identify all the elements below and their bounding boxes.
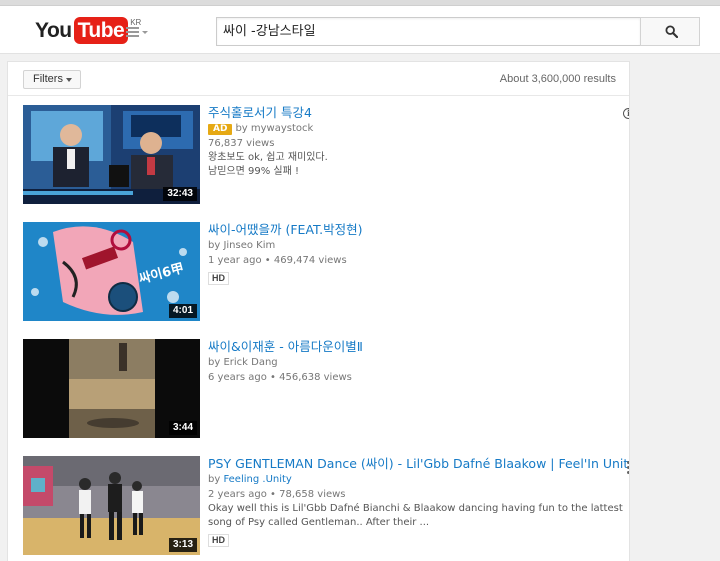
channel-link[interactable]: Jinseo Kim	[223, 240, 275, 251]
video-title[interactable]: 싸이&이재훈 - 아름다운이별Ⅱ	[208, 338, 608, 355]
hamburger-icon	[126, 27, 139, 37]
guide-menu-button[interactable]	[126, 25, 148, 39]
video-title[interactable]: 싸이-어땠을까 (FEAT.박정현)	[208, 221, 608, 238]
view-count: 456,638 views	[279, 372, 352, 383]
video-byline: by Erick Dang	[208, 355, 608, 370]
search-input[interactable]: 싸이 -강남스타일	[216, 17, 641, 46]
description-line: Okay well this is Lil'Gbb Dafné Bianchi …	[208, 503, 623, 514]
search-results-panel: Filters About 3,600,000 results 32:43 주식…	[7, 61, 630, 561]
view-count: 78,658 views	[279, 489, 346, 500]
result-info: 싸이&이재훈 - 아름다운이별Ⅱ by Erick Dang 6 years a…	[208, 338, 608, 385]
ad-info-icon[interactable]: i	[623, 108, 629, 119]
video-stats: 6 years ago • 456,638 views	[208, 372, 352, 383]
caret-down-icon	[66, 78, 72, 82]
upload-age: 6 years ago	[208, 372, 267, 383]
result-info: 싸이-어땠을까 (FEAT.박정현) by Jinseo Kim 1 year …	[208, 221, 608, 286]
video-duration: 32:43	[163, 187, 197, 201]
hd-badge: HD	[208, 272, 229, 285]
result-info: PSY GENTLEMAN Dance (싸이) - Lil'Gbb Dafné…	[208, 455, 629, 548]
video-duration: 3:13	[168, 538, 197, 552]
video-byline: AD by mywaystock	[208, 121, 608, 136]
video-duration: 3:44	[168, 421, 197, 435]
logo-tube-text: Tube	[73, 17, 129, 44]
result-item: 3:44 싸이&이재훈 - 아름다운이별Ⅱ by Erick Dang 6 ye…	[23, 339, 623, 439]
search-button[interactable]	[640, 17, 700, 46]
search-icon	[665, 25, 678, 38]
by-prefix: by	[208, 357, 224, 368]
channel-link[interactable]: mywaystock	[251, 123, 313, 134]
result-info: 주식홀로서기 특강4 AD by mywaystock 76,837 views …	[208, 104, 608, 179]
video-stats: 1 year ago • 469,474 views	[208, 255, 347, 266]
result-item: 32:43 주식홀로서기 특강4 AD by mywaystock 76,837 …	[23, 104, 629, 205]
upload-age: 1 year ago	[208, 255, 262, 266]
upload-age: 2 years ago	[208, 489, 267, 500]
page-gutter	[630, 61, 720, 561]
video-duration: 4:01	[168, 304, 197, 318]
by-prefix: by	[235, 123, 251, 134]
description-line: 왕초보도 ok, 쉽고 재미있다.	[208, 152, 328, 163]
ad-badge: AD	[208, 124, 233, 135]
video-thumbnail[interactable]: 3:13	[23, 456, 200, 555]
video-thumbnail[interactable]: 32:43	[23, 105, 200, 204]
channel-link[interactable]: Erick Dang	[223, 357, 277, 368]
results-count: About 3,600,000 results	[499, 73, 616, 85]
video-byline: by Jinseo Kim	[208, 238, 608, 253]
filters-label: Filters	[33, 73, 63, 85]
description-line: song of Psy called Gentleman.. After the…	[208, 517, 430, 528]
channel-link[interactable]: Feeling .Unity	[223, 474, 291, 485]
video-title[interactable]: PSY GENTLEMAN Dance (싸이) - Lil'Gbb Dafné…	[208, 455, 629, 472]
by-prefix: by	[208, 474, 224, 485]
video-stats: 2 years ago • 78,658 views	[208, 489, 346, 500]
hd-badge: HD	[208, 534, 229, 547]
by-prefix: by	[208, 240, 224, 251]
video-thumbnail[interactable]: 싸이6甲 4:01	[23, 222, 200, 321]
description-line: 남믿으면 99% 실패 !	[208, 166, 299, 177]
result-item: 3:13 PSY GENTLEMAN Dance (싸이) - Lil'Gbb …	[23, 455, 629, 556]
filters-button[interactable]: Filters	[23, 70, 81, 89]
video-description: 왕초보도 ok, 쉽고 재미있다. 남믿으면 99% 실패 !	[208, 151, 603, 179]
video-description: Okay well this is Lil'Gbb Dafné Bianchi …	[208, 502, 623, 530]
video-byline: by Feeling .Unity	[208, 472, 608, 487]
masthead: You Tube KR 싸이 -강남스타일	[0, 6, 720, 54]
result-item: 싸이6甲 4:01 싸이-어땠을까 (FEAT.박정현) by Jinseo K…	[23, 222, 623, 322]
caret-down-icon	[142, 31, 148, 34]
video-title[interactable]: 주식홀로서기 특강4	[208, 104, 608, 121]
divider	[8, 95, 629, 96]
video-thumbnail[interactable]: 3:44	[23, 339, 200, 438]
view-count: 469,474 views	[273, 255, 347, 266]
logo-you-text: You	[35, 19, 72, 42]
view-count: 76,837 views	[208, 138, 275, 149]
